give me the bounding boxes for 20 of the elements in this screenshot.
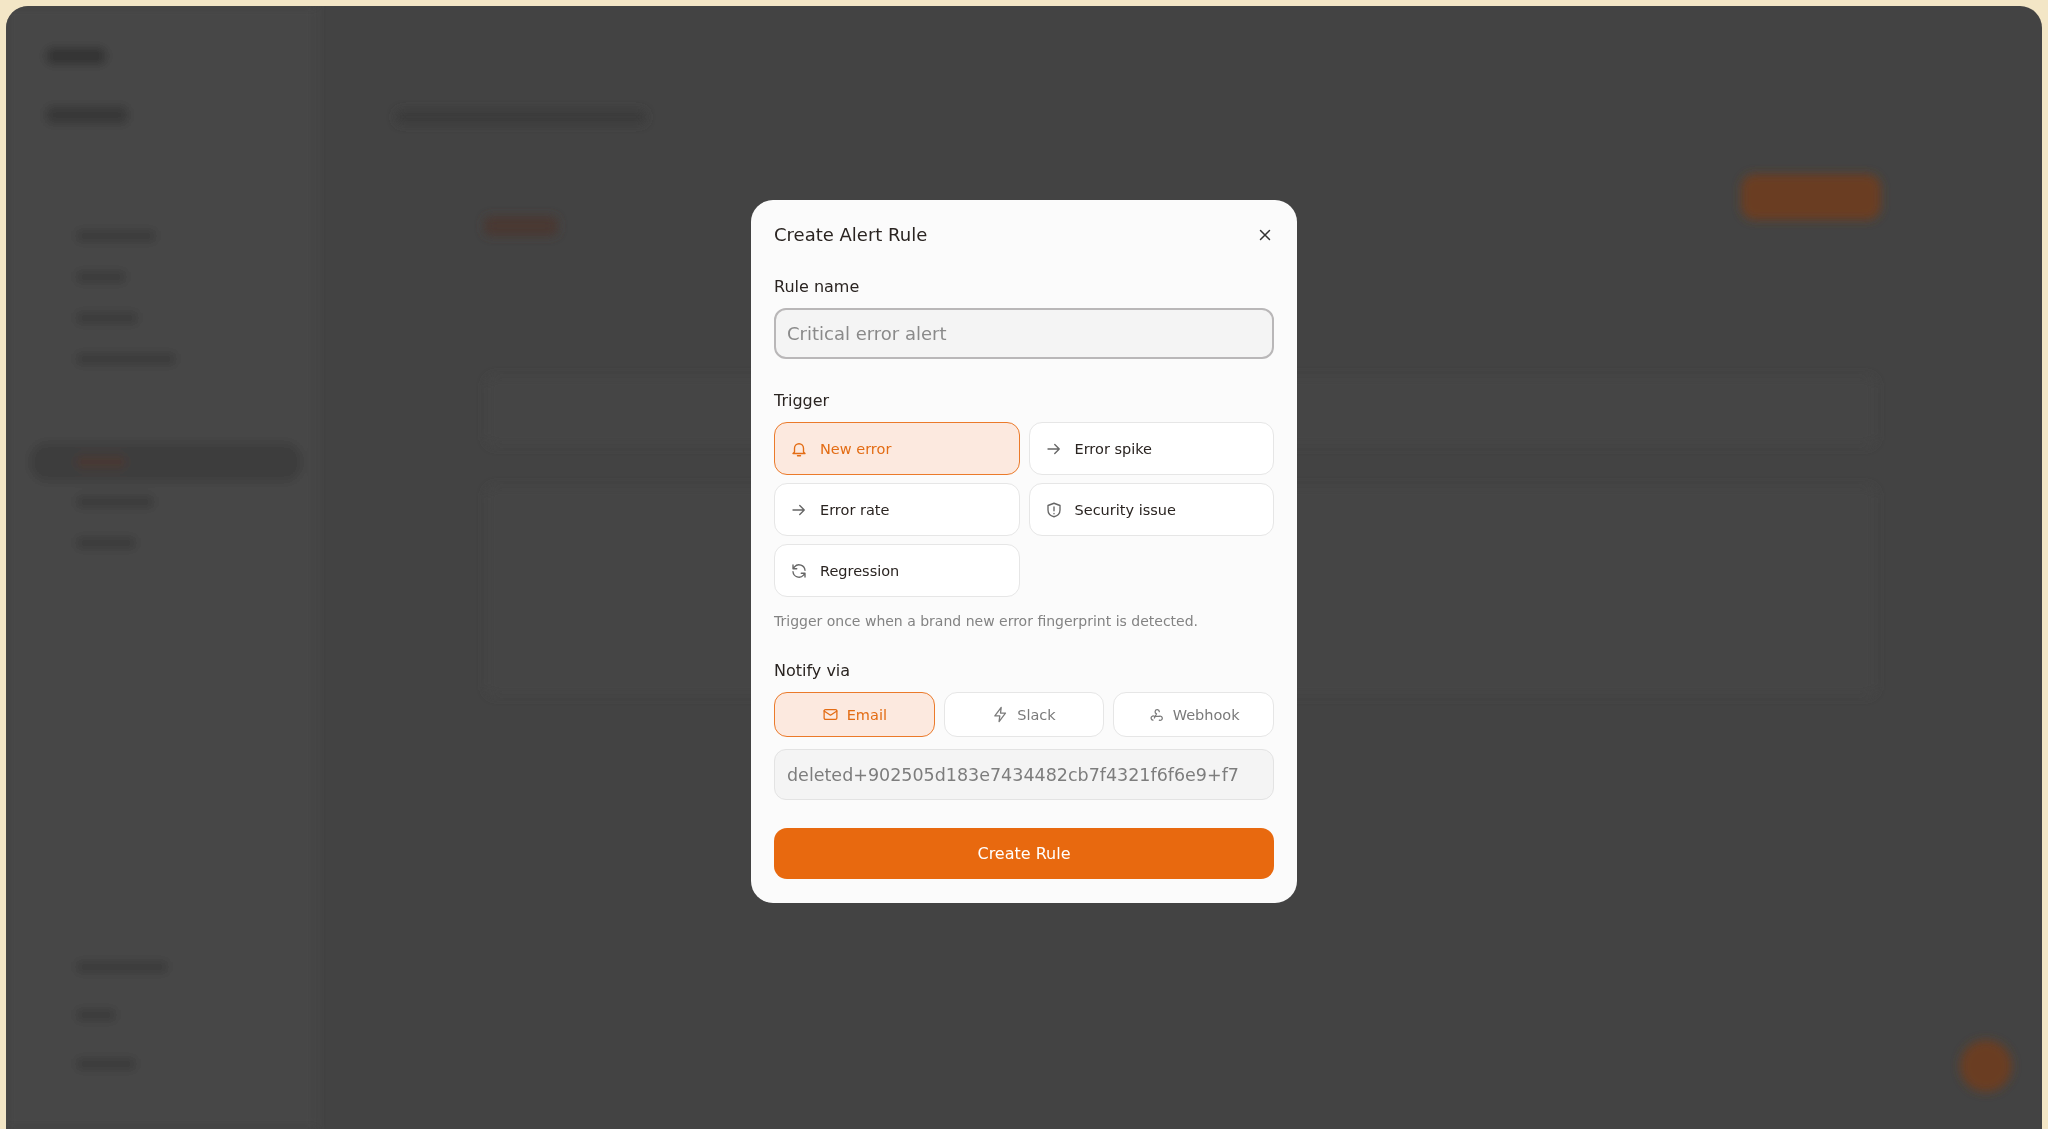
trigger-option[interactable]: Error rate <box>774 483 1020 536</box>
trigger-option[interactable]: Regression <box>774 544 1020 597</box>
envelope-icon <box>821 706 839 723</box>
rule-name-field[interactable]: Critical error alert <box>774 308 1274 359</box>
email-field[interactable]: deleted+902505d183e7434482cb7f4321f6f6e9+f7 <box>774 749 1274 800</box>
channel-option[interactable]: Slack <box>943 692 1105 737</box>
dialog-title: Create Alert Rule <box>774 224 928 245</box>
trigger-option[interactable]: Security issue <box>1028 483 1274 536</box>
trigger-option[interactable]: Error spike <box>1028 422 1274 475</box>
trigger-option[interactable]: New error <box>774 422 1020 475</box>
create-rule-button[interactable]: Create Rule <box>774 828 1274 879</box>
field-label: Trigger <box>774 391 831 410</box>
trigger-hint: Trigger once when a brand new error fingerprint is detected. <box>774 613 1200 629</box>
channel-option[interactable]: Webhook <box>1113 692 1274 737</box>
channel-option[interactable]: Email <box>774 692 935 737</box>
shield-icon <box>1044 500 1063 519</box>
refresh-icon <box>790 561 808 580</box>
webhook-icon <box>1147 706 1165 723</box>
field-label: Rule name <box>774 277 861 296</box>
field-label: Notify via <box>774 661 852 680</box>
